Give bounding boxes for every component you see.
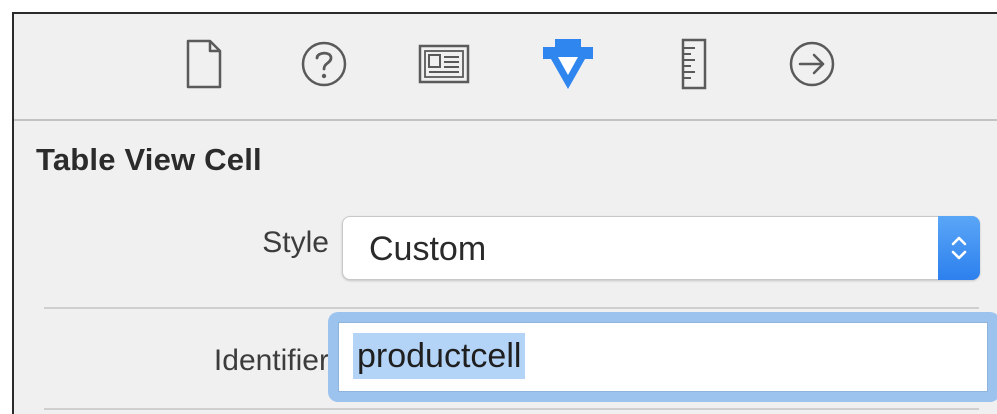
inspector-tab-bar	[14, 14, 997, 121]
size-inspector-icon[interactable]	[664, 32, 724, 96]
file-inspector-icon[interactable]	[174, 32, 234, 96]
separator	[44, 307, 979, 309]
identifier-field[interactable]: productcell	[338, 322, 988, 392]
identifier-field-value: productcell	[353, 333, 526, 379]
section-title: Table View Cell	[36, 142, 262, 177]
style-popup-value: Custom	[369, 230, 487, 268]
style-popup-button[interactable]: Custom	[342, 216, 980, 280]
inspector-panel: Table View Cell Style Custom Identifier …	[12, 12, 997, 414]
quick-help-icon[interactable]	[294, 32, 354, 96]
chevron-up-down-icon	[938, 216, 980, 280]
identifier-label: Identifier	[213, 344, 329, 377]
style-label: Style	[262, 226, 329, 259]
separator	[44, 408, 979, 410]
identity-inspector-icon[interactable]	[414, 32, 474, 96]
attributes-inspector-icon[interactable]	[538, 32, 598, 96]
connections-inspector-icon[interactable]	[782, 32, 842, 96]
